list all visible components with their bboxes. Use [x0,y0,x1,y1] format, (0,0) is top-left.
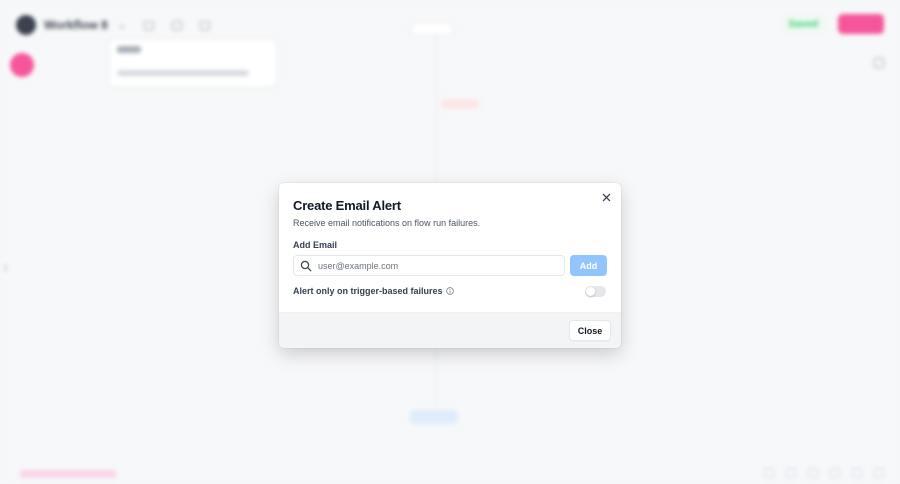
email-field-label: Add Email [293,240,338,250]
close-button[interactable]: Close [569,320,611,341]
toggle-knob [586,287,595,296]
trigger-failure-toggle[interactable] [585,286,606,297]
trigger-failure-toggle-label: Alert only on trigger-based failures [293,286,454,296]
modal-title: Create Email Alert [293,198,401,213]
info-icon [445,287,454,295]
modal-subtitle: Receive email notifications on flow run … [293,218,481,228]
search-icon [300,260,312,271]
email-input-wrapper [293,255,565,276]
modal-footer: Close [279,312,621,348]
close-icon-glyph [602,193,610,202]
trigger-failure-toggle-text: Alert only on trigger-based failures [293,286,443,296]
add-email-button[interactable]: Add [570,255,607,276]
email-input[interactable] [318,260,553,271]
create-email-alert-modal: Create Email Alert Receive email notific… [279,183,621,348]
close-icon[interactable] [600,192,612,204]
